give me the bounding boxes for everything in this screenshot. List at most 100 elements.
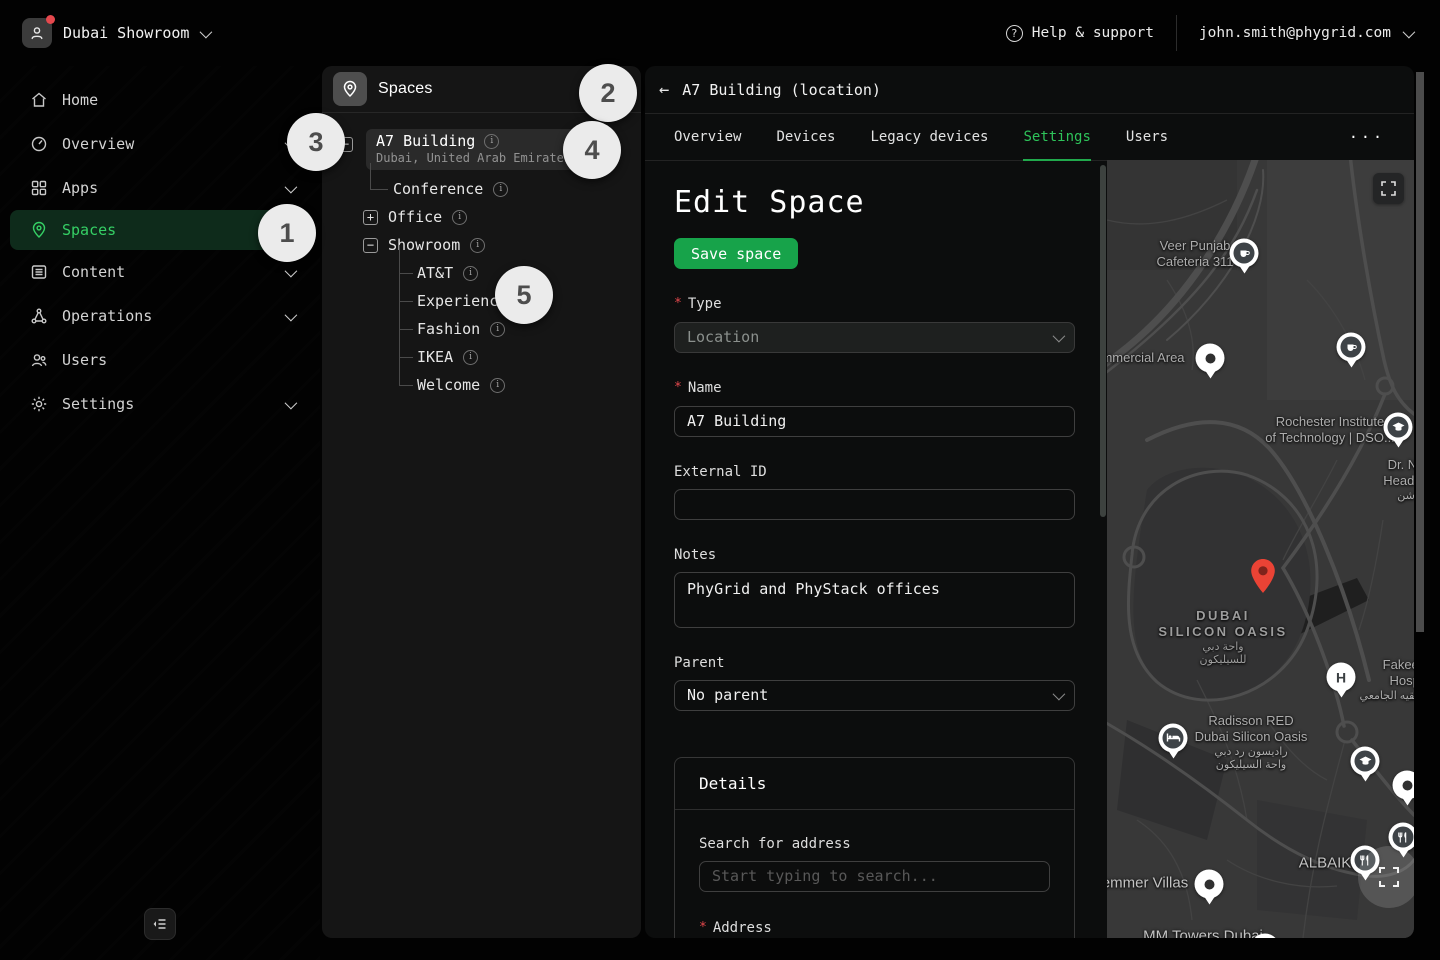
tab-users[interactable]: Users (1126, 114, 1168, 160)
back-button[interactable]: ← (659, 80, 669, 100)
sidebar-item-label: Settings (62, 395, 134, 413)
info-icon[interactable]: i (490, 322, 505, 337)
graduation-cap-icon (1355, 751, 1376, 772)
map-fullscreen-button[interactable] (1373, 173, 1404, 204)
tree-item-att[interactable]: AT&Ti (322, 259, 641, 287)
more-menu-button[interactable]: ··· (1349, 114, 1385, 160)
parent-select[interactable]: No parent (674, 680, 1075, 711)
map-tiles (1107, 160, 1414, 938)
info-icon[interactable]: i (463, 350, 478, 365)
tree-item-ikea[interactable]: IKEAi (322, 343, 641, 371)
external-id-label: External ID (674, 464, 1075, 480)
sidebar-item-settings[interactable]: Settings (0, 382, 320, 426)
map-canvas[interactable]: Veer PunjabCafeteria 311 mmercial Area R… (1107, 160, 1414, 938)
map-marker-poi[interactable] (1393, 771, 1415, 800)
map-label-dr-nu: Dr. NuHeadquشن (1383, 457, 1414, 503)
chevron-down-icon (1403, 25, 1416, 38)
map-label-emmer-villas: emmer Villas (1107, 875, 1188, 894)
external-id-input[interactable] (674, 489, 1075, 520)
tab-overview[interactable]: Overview (674, 114, 741, 160)
map-marker-hotel[interactable] (1159, 724, 1188, 753)
sidebar-item-users[interactable]: Users (0, 338, 320, 382)
chevron-down-icon (1053, 688, 1066, 701)
list-icon (30, 263, 48, 281)
info-icon[interactable]: i (470, 238, 485, 253)
collapse-icon (152, 916, 168, 932)
map-marker-poi[interactable] (1196, 344, 1225, 373)
sidebar-item-home[interactable]: Home (0, 78, 320, 122)
tree-item-experience[interactable]: Experiencei (322, 287, 641, 315)
tree-collapse-toggle[interactable]: − (363, 238, 378, 253)
map-label-commercial-area: mmercial Area (1107, 350, 1185, 366)
tab-legacy-devices[interactable]: Legacy devices (870, 114, 988, 160)
type-select[interactable]: Location (674, 322, 1075, 353)
type-value: Location (687, 328, 759, 346)
help-icon: ? (1006, 25, 1023, 42)
name-input[interactable] (674, 406, 1075, 437)
notes-textarea[interactable]: PhyGrid and PhyStack offices (674, 572, 1075, 628)
tree-item-welcome[interactable]: Welcome i (322, 371, 641, 399)
tree-item-label: Fashion (417, 320, 480, 338)
tree-item-fashion[interactable]: Fashion i (322, 315, 641, 343)
tree-item-label: Experience (417, 292, 507, 310)
help-label: Help & support (1032, 25, 1154, 41)
map-marker-poi[interactable] (1195, 870, 1224, 899)
save-space-button[interactable]: Save space (674, 238, 798, 269)
parent-label: Parent (674, 655, 1075, 671)
info-icon[interactable]: i (490, 378, 505, 393)
tab-settings[interactable]: Settings (1023, 114, 1090, 160)
map-marker-cafe[interactable] (1230, 239, 1259, 268)
info-icon[interactable]: i (452, 210, 467, 225)
help-support-link[interactable]: ? Help & support (1006, 25, 1154, 42)
tab-devices[interactable]: Devices (776, 114, 835, 160)
sidebar-item-overview[interactable]: Overview (0, 122, 320, 166)
graduation-cap-icon (1388, 417, 1409, 438)
annotation-badge-4: 4 (563, 121, 621, 179)
gauge-icon (30, 135, 48, 153)
chevron-down-icon (1053, 330, 1066, 343)
info-icon[interactable]: i (463, 266, 478, 281)
workspace-avatar (22, 18, 52, 48)
form-scrollbar[interactable] (1100, 165, 1106, 517)
chevron-down-icon (285, 396, 298, 409)
map-marker-school[interactable] (1384, 413, 1413, 442)
info-icon[interactable]: i (493, 182, 508, 197)
sidebar-collapse-button[interactable] (144, 908, 176, 940)
chevron-down-icon (285, 308, 298, 321)
tree-expand-toggle[interactable]: + (363, 210, 378, 225)
users-icon (30, 351, 48, 369)
hospital-icon: H (1331, 667, 1352, 688)
sidebar-item-operations[interactable]: Operations (0, 294, 320, 338)
map-marker-cafe[interactable] (1337, 333, 1366, 362)
recenter-icon (1378, 866, 1400, 888)
tree-item-label: Welcome (417, 376, 480, 394)
details-heading: Details (675, 758, 1074, 810)
map-label-albaik: ALBAIK (1299, 855, 1352, 874)
account-menu[interactable]: john.smith@phygrid.com (1199, 25, 1412, 41)
workspace-switcher[interactable]: Dubai Showroom (22, 18, 209, 48)
required-asterisk: * (674, 380, 682, 397)
dot-icon (1199, 874, 1220, 895)
map-marker-hospital[interactable]: H (1327, 663, 1356, 692)
location-pin-icon (30, 221, 48, 239)
chevron-down-icon (200, 25, 213, 38)
required-asterisk: * (699, 920, 707, 937)
page-scrollbar[interactable] (1416, 72, 1424, 632)
tree-item-conference[interactable]: Conferencei (322, 175, 641, 203)
tree-item-office[interactable]: + Officei (322, 203, 641, 231)
sidebar-item-apps[interactable]: Apps (0, 166, 320, 210)
address-search-input[interactable] (699, 861, 1050, 892)
user-email: john.smith@phygrid.com (1199, 25, 1391, 41)
sidebar-item-label: Operations (62, 307, 152, 325)
details-card: Details Search for address *Address (674, 757, 1075, 938)
map-marker-school[interactable] (1351, 747, 1380, 776)
map-recenter-button[interactable] (1358, 846, 1414, 908)
info-icon[interactable]: i (484, 134, 499, 149)
sidebar-item-label: Apps (62, 179, 98, 197)
sidebar: Home Overview Apps Spaces Content Operat… (0, 66, 320, 960)
annotation-badge-2: 2 (579, 64, 637, 122)
tab-bar: Overview Devices Legacy devices Settings… (645, 114, 1414, 161)
tree-item-showroom[interactable]: − Showroomi (322, 231, 641, 259)
location-pin-red[interactable] (1248, 557, 1278, 601)
dot-icon (1200, 348, 1221, 369)
